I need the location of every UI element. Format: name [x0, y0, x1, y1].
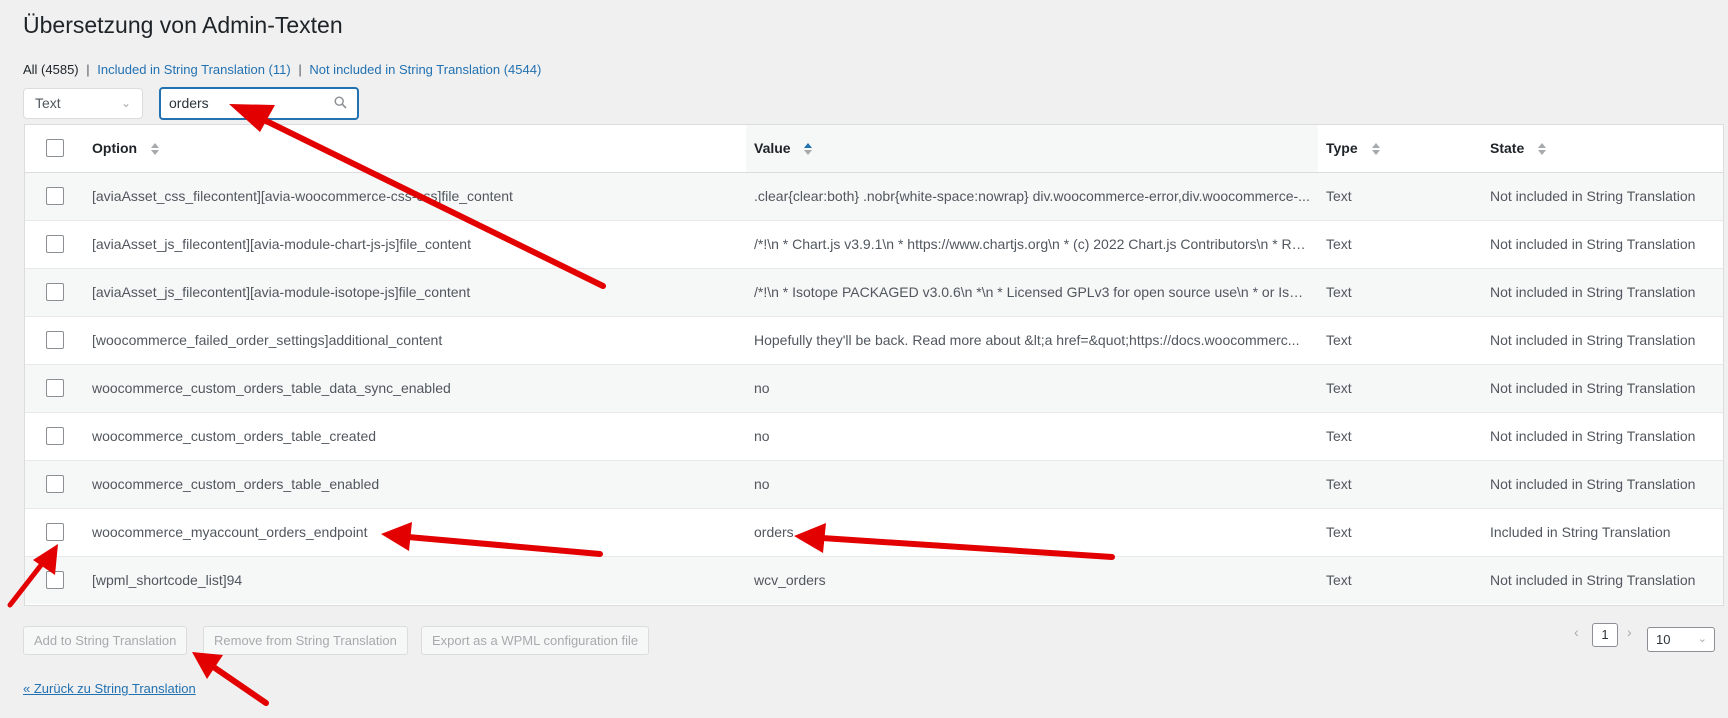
- table-row: woocommerce_custom_orders_table_data_syn…: [25, 364, 1723, 412]
- row-checkbox[interactable]: [46, 283, 64, 302]
- cell-value: no: [754, 476, 770, 492]
- row-checkbox[interactable]: [46, 379, 64, 398]
- row-checkbox[interactable]: [46, 475, 64, 494]
- cell-value: Hopefully they'll be back. Read more abo…: [754, 332, 1300, 348]
- strings-table: Option Value Type State [aviaAsset_css_f…: [24, 124, 1724, 606]
- filter-separator: |: [298, 62, 302, 77]
- cell-value: no: [754, 428, 770, 444]
- table-row: [aviaAsset_js_filecontent][avia-module-c…: [25, 220, 1723, 268]
- table-header-row: Option Value Type State: [25, 125, 1723, 172]
- table-row: [aviaAsset_js_filecontent][avia-module-i…: [25, 268, 1723, 316]
- cell-type: Text: [1326, 524, 1352, 540]
- per-page-value: 10: [1656, 632, 1671, 647]
- remove-from-string-translation-button[interactable]: Remove from String Translation: [203, 626, 408, 655]
- column-header-label: State: [1490, 140, 1525, 157]
- cell-type: Text: [1326, 572, 1352, 589]
- sort-icon: [1371, 142, 1380, 156]
- column-header-option[interactable]: Option: [92, 125, 746, 172]
- cell-type: Text: [1326, 284, 1352, 300]
- search-input[interactable]: [169, 95, 319, 111]
- sort-icon: [1538, 142, 1547, 156]
- column-header-state[interactable]: State: [1482, 125, 1723, 172]
- export-wpml-config-button[interactable]: Export as a WPML configuration file: [421, 626, 650, 655]
- column-header-label: Option: [92, 140, 138, 157]
- cell-option: woocommerce_custom_orders_table_created: [92, 428, 377, 444]
- cell-value: /*!\n * Isotope PACKAGED v3.0.6\n *\n * …: [754, 284, 1318, 300]
- cell-type: Text: [1326, 188, 1352, 204]
- column-header-value[interactable]: Value: [746, 125, 1318, 172]
- filter-separator: |: [86, 62, 90, 77]
- search-icon[interactable]: [334, 96, 347, 109]
- per-page-select[interactable]: 10 ⌄: [1647, 627, 1715, 652]
- cell-option: woocommerce_custom_orders_table_data_syn…: [92, 380, 451, 396]
- cell-option: [wpml_shortcode_list]94: [92, 572, 243, 589]
- table-row: [woocommerce_failed_order_settings]addit…: [25, 316, 1723, 364]
- table-row: woocommerce_custom_orders_table_created …: [25, 412, 1723, 460]
- select-all-checkbox[interactable]: [46, 139, 64, 158]
- filter-all[interactable]: All (4585): [23, 62, 79, 77]
- cell-option: [aviaAsset_css_filecontent][avia-woocomm…: [92, 188, 513, 204]
- cell-type: Text: [1326, 428, 1352, 444]
- cell-state: Not included in String Translation: [1490, 188, 1696, 204]
- type-filter-value: Text: [35, 95, 61, 111]
- cell-type: Text: [1326, 236, 1352, 252]
- sort-ascending-icon: [804, 142, 813, 156]
- cell-state: Not included in String Translation: [1490, 236, 1696, 252]
- cell-value: .clear{clear:both} .nobr{white-space:now…: [754, 188, 1310, 204]
- filter-not-included[interactable]: Not included in String Translation (4544…: [309, 62, 541, 77]
- sort-icon: [151, 142, 159, 156]
- row-checkbox[interactable]: [46, 235, 64, 254]
- cell-option: woocommerce_custom_orders_table_enabled: [92, 476, 380, 492]
- cell-option: [aviaAsset_js_filecontent][avia-module-i…: [92, 284, 471, 300]
- cell-value: orders: [754, 524, 794, 540]
- cell-state: Not included in String Translation: [1490, 428, 1696, 444]
- row-checkbox[interactable]: [46, 187, 64, 206]
- cell-type: Text: [1326, 476, 1352, 492]
- column-header-label: Type: [1326, 140, 1358, 157]
- search-field[interactable]: [159, 87, 359, 120]
- cell-state: Not included in String Translation: [1490, 380, 1696, 396]
- pagination-prev-button[interactable]: ‹: [1574, 624, 1579, 640]
- annotation-arrow: [192, 652, 269, 706]
- row-checkbox[interactable]: [46, 331, 64, 350]
- filter-included[interactable]: Included in String Translation (11): [97, 62, 290, 77]
- table-row: woocommerce_myaccount_orders_endpoint or…: [25, 508, 1723, 556]
- cell-state: Not included in String Translation: [1490, 476, 1696, 492]
- cell-state: Not included in String Translation: [1490, 572, 1696, 589]
- pagination-next-button[interactable]: ›: [1627, 624, 1632, 640]
- cell-state: Not included in String Translation: [1490, 284, 1696, 300]
- table-row: [aviaAsset_css_filecontent][avia-woocomm…: [25, 172, 1723, 220]
- page-title: Übersetzung von Admin-Texten: [23, 12, 343, 38]
- back-to-string-translation-link[interactable]: « Zurück zu String Translation: [23, 681, 196, 696]
- row-checkbox[interactable]: [46, 523, 64, 542]
- cell-option: [aviaAsset_js_filecontent][avia-module-c…: [92, 236, 471, 252]
- chevron-down-icon: ⌄: [120, 96, 131, 110]
- cell-type: Text: [1326, 380, 1352, 396]
- add-to-string-translation-button[interactable]: Add to String Translation: [23, 626, 188, 655]
- chevron-down-icon: ⌄: [1697, 633, 1707, 645]
- cell-option: woocommerce_myaccount_orders_endpoint: [92, 524, 368, 540]
- row-checkbox[interactable]: [46, 427, 64, 446]
- pagination-current-page[interactable]: 1: [1592, 623, 1618, 647]
- cell-option: [woocommerce_failed_order_settings]addit…: [92, 332, 443, 348]
- cell-state: Included in String Translation: [1490, 524, 1671, 540]
- column-header-type[interactable]: Type: [1318, 125, 1482, 172]
- cell-value: no: [754, 380, 770, 396]
- row-checkbox[interactable]: [46, 571, 64, 590]
- column-header-label: Value: [754, 140, 791, 157]
- filter-links: All (4585) | Included in String Translat…: [23, 62, 541, 77]
- cell-value: wcv_orders: [754, 572, 826, 589]
- cell-state: Not included in String Translation: [1490, 332, 1696, 348]
- cell-value: /*!\n * Chart.js v3.9.1\n * https://www.…: [754, 236, 1312, 252]
- table-row: woocommerce_custom_orders_table_enabled …: [25, 460, 1723, 508]
- cell-type: Text: [1326, 332, 1352, 348]
- table-row: [wpml_shortcode_list]94 wcv_orders Text …: [25, 556, 1723, 604]
- type-filter-select[interactable]: Text ⌄: [23, 88, 143, 119]
